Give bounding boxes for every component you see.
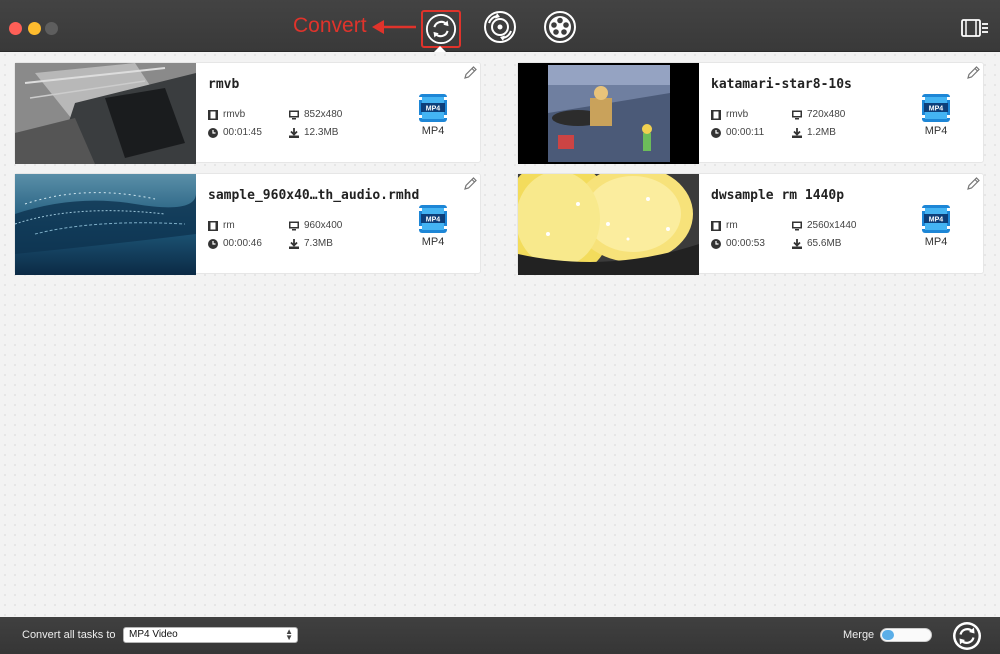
download-icon (289, 238, 299, 249)
mp4-format-icon: MP4 (922, 94, 950, 122)
merge-toggle-knob (882, 630, 894, 640)
duration: 00:00:11 (711, 127, 764, 138)
pencil-icon[interactable] (462, 65, 478, 81)
source-format: rmvb (208, 109, 245, 120)
mp4-format-icon: MP4 (922, 205, 950, 233)
clock-icon (711, 127, 721, 138)
download-icon (792, 238, 802, 249)
merge-toggle[interactable] (880, 628, 932, 642)
toolbar: Convert (0, 0, 1000, 52)
mp4-format-icon: MP4 (419, 205, 447, 233)
thumbnail-image (518, 63, 699, 164)
monitor-icon (289, 110, 299, 119)
source-format: rm (208, 220, 235, 231)
film-icon (711, 109, 721, 120)
pencil-icon[interactable] (965, 176, 981, 192)
thumbnail-image (518, 174, 699, 275)
media-list-icon[interactable] (960, 16, 990, 40)
fullscreen-window-button[interactable] (45, 22, 58, 35)
film-icon (208, 220, 218, 231)
clock-icon (208, 238, 218, 249)
film-icon (711, 220, 721, 231)
target-format-label: MP4 (924, 125, 948, 137)
download-icon (792, 127, 802, 138)
target-format-label: MP4 (924, 236, 948, 248)
duration: 00:00:46 (208, 238, 262, 249)
task-card[interactable]: sample_960x40…th_audio.rmhd rm 00:00:46 … (14, 173, 481, 275)
task-card[interactable]: rmvb rmvb 00:01:45 852x480 12.3MB MP4 MP… (14, 62, 481, 164)
task-card[interactable]: dwsample rm 1440p rm 00:00:53 2560x1440 … (517, 173, 984, 275)
resolution: 960x400 (289, 220, 342, 231)
thumbnail-image (15, 63, 196, 164)
convert-icon (425, 13, 457, 45)
file-size: 65.6MB (792, 238, 841, 249)
dvd-convert-tab-button[interactable] (482, 9, 518, 45)
monitor-icon (792, 110, 802, 119)
bottom-bar: Convert all tasks to MP4 Video ▲ ▼ Merge (0, 617, 1000, 654)
monitor-icon (792, 221, 802, 230)
file-size: 12.3MB (289, 127, 338, 138)
video-thumbnail[interactable] (15, 63, 196, 164)
video-thumbnail[interactable] (518, 174, 699, 275)
minimize-window-button[interactable] (28, 22, 41, 35)
download-icon (289, 127, 299, 138)
file-size: 7.3MB (289, 238, 333, 249)
audio-video-convert-icon (484, 11, 516, 43)
thumbnail-image (15, 174, 196, 275)
task-title: sample_960x40…th_audio.rmhd (208, 188, 420, 203)
target-format-label: MP4 (421, 125, 445, 137)
film-reel-icon (544, 11, 576, 43)
output-format-select[interactable]: MP4 Video ▲ ▼ (123, 627, 298, 643)
task-title: katamari-star8-10s (711, 77, 852, 92)
target-format-button[interactable]: MP4 MP4 (918, 93, 954, 137)
target-format-button[interactable]: MP4 MP4 (415, 93, 451, 137)
pencil-icon[interactable] (965, 65, 981, 81)
resolution: 720x480 (792, 109, 845, 120)
select-arrows-icon: ▲ ▼ (285, 627, 293, 642)
target-format-button[interactable]: MP4 MP4 (415, 204, 451, 248)
clock-icon (711, 238, 721, 249)
clock-icon (208, 127, 218, 138)
svg-text:MP4: MP4 (426, 106, 441, 113)
mp4-format-icon: MP4 (419, 94, 447, 122)
output-format-value: MP4 Video (129, 629, 178, 640)
duration: 00:01:45 (208, 127, 262, 138)
target-format-label: MP4 (421, 236, 445, 248)
task-title: rmvb (208, 77, 240, 92)
media-tab-button[interactable] (542, 9, 578, 45)
film-icon (208, 109, 218, 120)
annotation-arrow-icon (372, 20, 416, 34)
pencil-icon[interactable] (462, 176, 478, 192)
svg-text:MP4: MP4 (426, 217, 441, 224)
task-title: dwsample rm 1440p (711, 188, 845, 203)
target-format-button[interactable]: MP4 MP4 (918, 204, 954, 248)
convert-tab-button[interactable] (421, 10, 461, 48)
monitor-icon (289, 221, 299, 230)
convert-all-icon[interactable] (952, 621, 982, 651)
resolution: 852x480 (289, 109, 342, 120)
video-thumbnail[interactable] (518, 63, 699, 164)
svg-text:MP4: MP4 (929, 106, 944, 113)
active-tab-caret (434, 46, 446, 52)
source-format: rmvb (711, 109, 748, 120)
source-format: rm (711, 220, 738, 231)
convert-all-label: Convert all tasks to (22, 629, 116, 641)
task-card[interactable]: katamari-star8-10s rmvb 00:00:11 720x480… (517, 62, 984, 164)
resolution: 2560x1440 (792, 220, 857, 231)
video-thumbnail[interactable] (15, 174, 196, 275)
merge-label: Merge (843, 629, 875, 641)
svg-text:MP4: MP4 (929, 217, 944, 224)
close-window-button[interactable] (9, 22, 22, 35)
duration: 00:00:53 (711, 238, 765, 249)
convert-annotation-label: Convert (293, 14, 367, 37)
file-size: 1.2MB (792, 127, 836, 138)
